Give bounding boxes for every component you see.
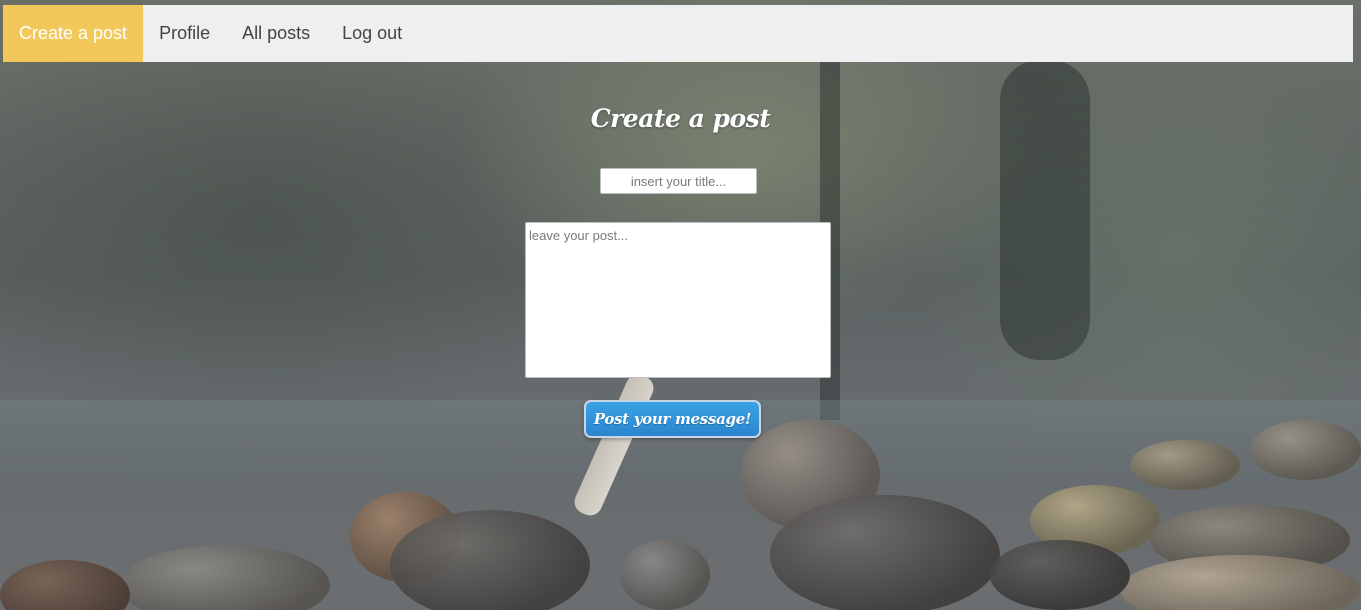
- rock: [770, 495, 1000, 610]
- nav-profile[interactable]: Profile: [143, 5, 226, 62]
- page-title: Create a post: [590, 104, 771, 133]
- nav-all-posts[interactable]: All posts: [226, 5, 326, 62]
- rock: [1250, 420, 1361, 480]
- post-body-textarea[interactable]: [525, 222, 831, 378]
- nav-log-out[interactable]: Log out: [326, 5, 418, 62]
- top-navbar: Create a post Profile All posts Log out: [3, 5, 1353, 62]
- post-title-input[interactable]: [600, 168, 757, 194]
- rock: [120, 545, 330, 610]
- rock: [1130, 440, 1240, 490]
- rock: [620, 540, 710, 610]
- rock: [990, 540, 1130, 610]
- rock: [390, 510, 590, 610]
- nav-create-post[interactable]: Create a post: [3, 5, 144, 62]
- rock: [0, 560, 130, 610]
- post-message-button[interactable]: Post your message!: [584, 400, 761, 438]
